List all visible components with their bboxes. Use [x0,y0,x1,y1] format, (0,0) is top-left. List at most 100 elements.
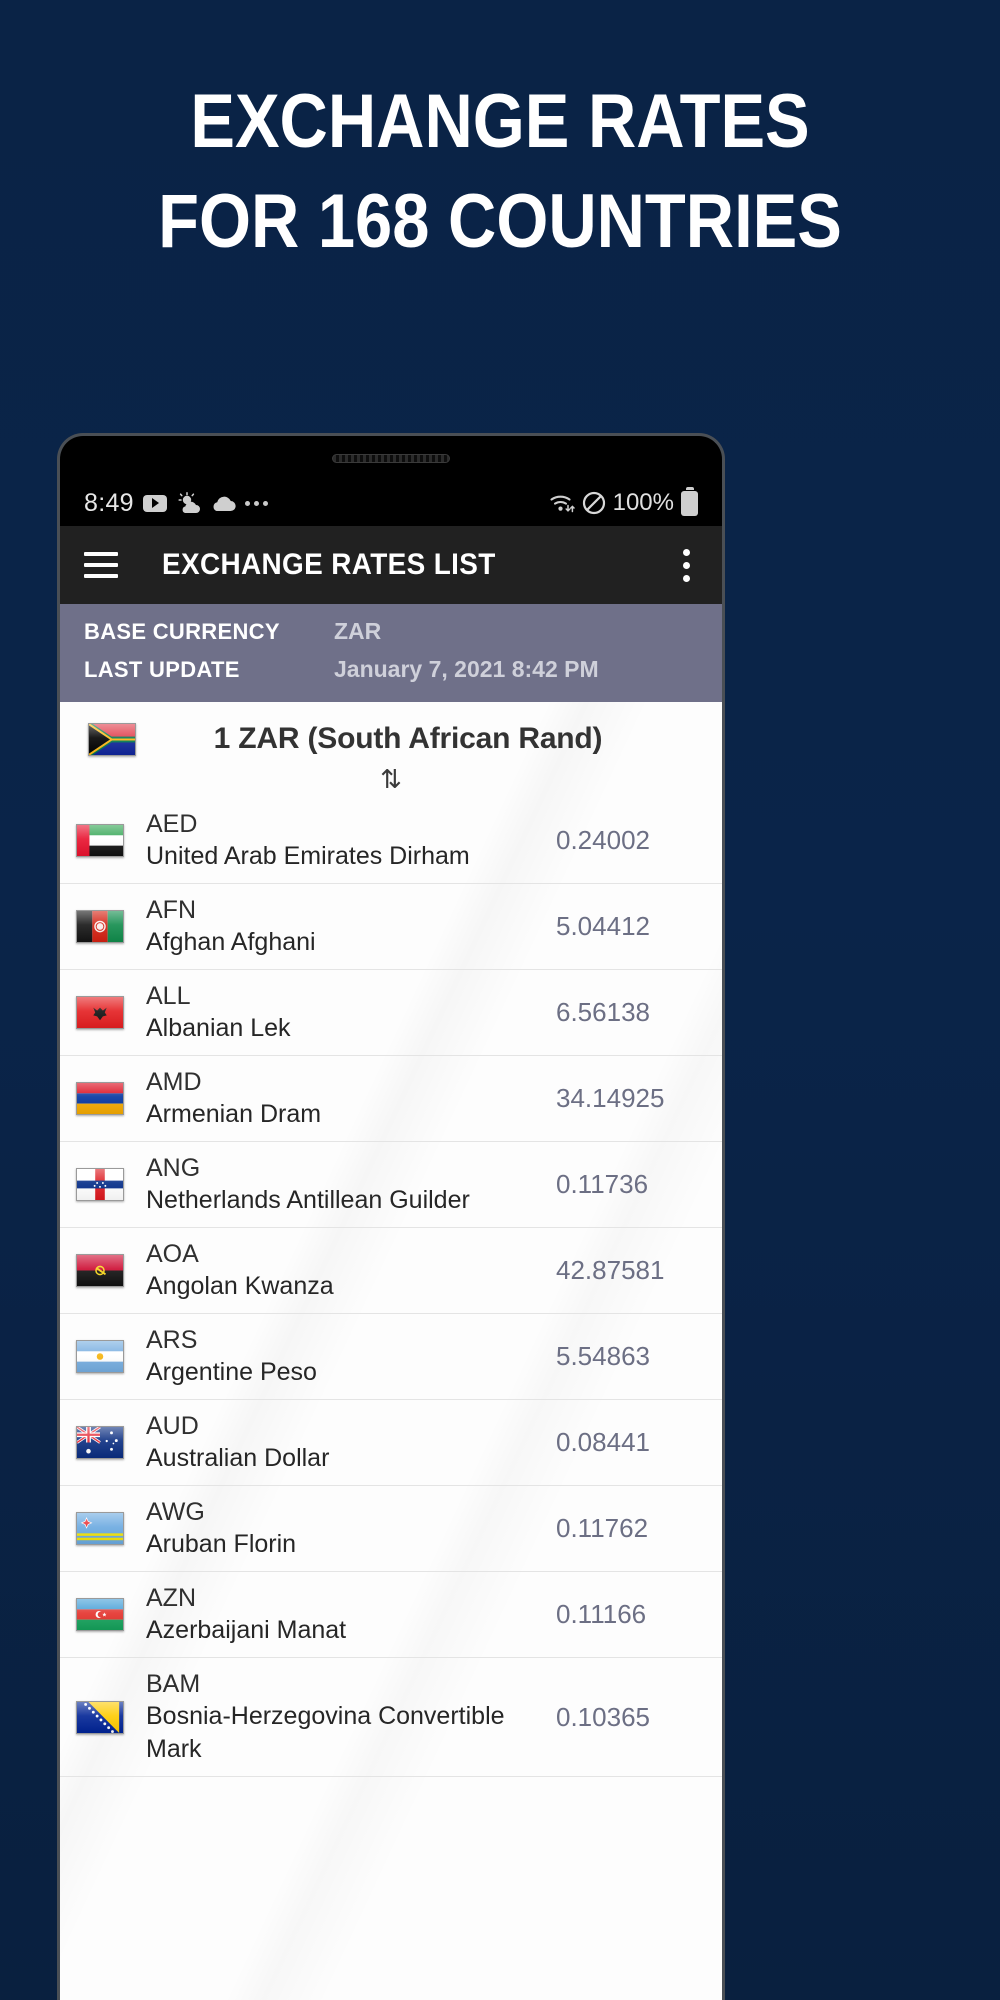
swap-row: ⇅ [60,764,722,798]
app-toolbar: EXCHANGE RATES LIST [60,526,722,604]
currency-code: AMD [146,1068,202,1096]
currency-names: BAM Bosnia-Herzegovina Convertible Mark [146,1668,556,1766]
currency-rate: 0.24002 [556,825,650,855]
currency-rate: 0.11762 [556,1513,649,1543]
battery-percent: 100% [612,489,674,516]
more-notifications-icon [244,500,268,506]
currency-name: Angolan Kwanza [146,1272,334,1300]
swap-arrows-icon[interactable]: ⇅ [380,764,402,794]
currency-rate: 0.08441 [556,1427,650,1457]
currency-names: AMD Armenian Dram [146,1066,556,1131]
currency-rate: 34.14925 [556,1083,665,1113]
table-row[interactable]: AZN Azerbaijani Manat 0.11166 [60,1572,722,1658]
currency-names: ARS Argentine Peso [146,1324,556,1389]
last-update-value: January 7, 2021 8:42 PM [334,656,599,682]
aruba-flag [76,1512,124,1545]
currency-name: Argentine Peso [146,1358,317,1386]
last-update-row: LAST UPDATE January 7, 2021 8:42 PM [84,656,698,694]
currency-name: Australian Dollar [146,1444,330,1472]
headline-line-1: EXCHANGE RATES [190,79,810,164]
currency-code: BAM [146,1670,201,1698]
phone-device-frame: 8:49 100% EXCHANGE RATES LIST BASE CURRE… [57,433,725,2000]
table-row[interactable]: BAM Bosnia-Herzegovina Convertible Mark 0.… [60,1658,722,1777]
currency-code: AOA [146,1240,199,1268]
currency-rate: 0.10365 [556,1701,650,1732]
currency-names: AUD Australian Dollar [146,1410,556,1475]
page-title: EXCHANGE RATES LIST [162,548,496,581]
currency-rows: AED United Arab Emirates Dirham 0.24002 AFN… [60,798,722,1777]
do-not-disturb-icon [582,491,606,515]
currency-name: Azerbaijani Manat [146,1616,347,1644]
youtube-icon [142,494,167,512]
currency-names: AWG Aruban Florin [146,1496,556,1561]
currency-names: ALL Albanian Lek [146,980,556,1045]
wifi-icon [549,492,575,514]
battery-icon [681,490,698,516]
afghanistan-flag [76,910,124,943]
base-currency-title: 1 ZAR (South African Rand) [213,722,603,755]
currency-code: ALL [146,982,191,1010]
azerbaijan-flag [76,1598,124,1631]
base-currency-label: BASE CURRENCY [84,619,280,644]
currency-rate: 5.04412 [556,911,650,941]
australia-flag [76,1426,124,1459]
status-bar: 8:49 100% [60,480,722,526]
table-row[interactable]: AMD Armenian Dram 34.14925 [60,1056,722,1142]
albania-flag [76,996,124,1029]
currency-rate: 42.87581 [556,1255,665,1285]
exchange-rates-list[interactable]: 1 ZAR (South African Rand) ⇅ AED United A… [60,702,722,2000]
currency-code: ANG [146,1154,201,1182]
argentina-flag [76,1340,124,1373]
last-update-label: LAST UPDATE [84,657,240,682]
angola-flag [76,1254,124,1287]
currency-code: ARS [146,1326,198,1354]
more-vertical-icon[interactable] [675,543,698,588]
currency-names: AED United Arab Emirates Dirham [146,808,556,873]
bosnia-herzegovina-flag [76,1700,124,1734]
currency-name: Netherlands Antillean Guilder [146,1186,470,1214]
currency-name: United Arab Emirates Dirham [146,842,470,870]
headline-line-2: FOR 168 COUNTRIES [158,179,842,264]
table-row[interactable]: AOA Angolan Kwanza 42.87581 [60,1228,722,1314]
base-currency-header: 1 ZAR (South African Rand) [60,702,722,764]
table-row[interactable]: AED United Arab Emirates Dirham 0.24002 [60,798,722,884]
table-row[interactable]: AUD Australian Dollar 0.08441 [60,1400,722,1486]
table-row[interactable]: ANG Netherlands Antillean Guilder 0.11736 [60,1142,722,1228]
currency-names: AFN Afghan Afghani [146,894,556,959]
united-arab-emirates-flag [76,824,124,857]
currency-code: AWG [146,1498,205,1526]
base-currency-value: ZAR [334,618,382,644]
netherlands-antilles-flag [76,1168,124,1201]
currency-code: AFN [146,896,196,924]
status-bar-left: 8:49 [84,489,268,518]
hamburger-icon[interactable] [84,552,118,578]
table-row[interactable]: ARS Argentine Peso 5.54863 [60,1314,722,1400]
south-africa-flag [88,722,136,756]
currency-rate: 0.11736 [556,1169,649,1199]
status-time: 8:49 [84,488,134,517]
earpiece-speaker [332,454,450,463]
base-currency-band[interactable]: BASE CURRENCY ZAR LAST UPDATE January 7,… [60,604,722,702]
weather-sun-cloud-icon [176,492,201,514]
currency-rate: 0.11166 [556,1599,647,1629]
currency-name: Afghan Afghani [146,928,316,956]
currency-names: AZN Azerbaijani Manat [146,1582,556,1647]
currency-names: ANG Netherlands Antillean Guilder [146,1152,556,1217]
currency-code: AZN [146,1584,196,1612]
currency-rate: 5.54863 [556,1341,650,1371]
base-currency-row: BASE CURRENCY ZAR [84,618,698,656]
currency-names: AOA Angolan Kwanza [146,1238,556,1303]
currency-code: AED [146,810,198,838]
currency-name: Armenian Dram [146,1100,322,1128]
cloud-icon [210,495,236,512]
currency-code: AUD [146,1412,199,1440]
currency-name: Aruban Florin [146,1530,297,1558]
armenia-flag [76,1082,124,1115]
table-row[interactable]: AFN Afghan Afghani 5.04412 [60,884,722,970]
table-row[interactable]: ALL Albanian Lek 6.56138 [60,970,722,1056]
currency-rate: 6.56138 [556,997,650,1027]
table-row[interactable]: AWG Aruban Florin 0.11762 [60,1486,722,1572]
promo-headline: EXCHANGE RATES FOR 168 COUNTRIES [60,72,940,272]
currency-name: Bosnia-Herzegovina Convertible Mark [146,1702,505,1763]
status-bar-right: 100% [549,489,698,517]
